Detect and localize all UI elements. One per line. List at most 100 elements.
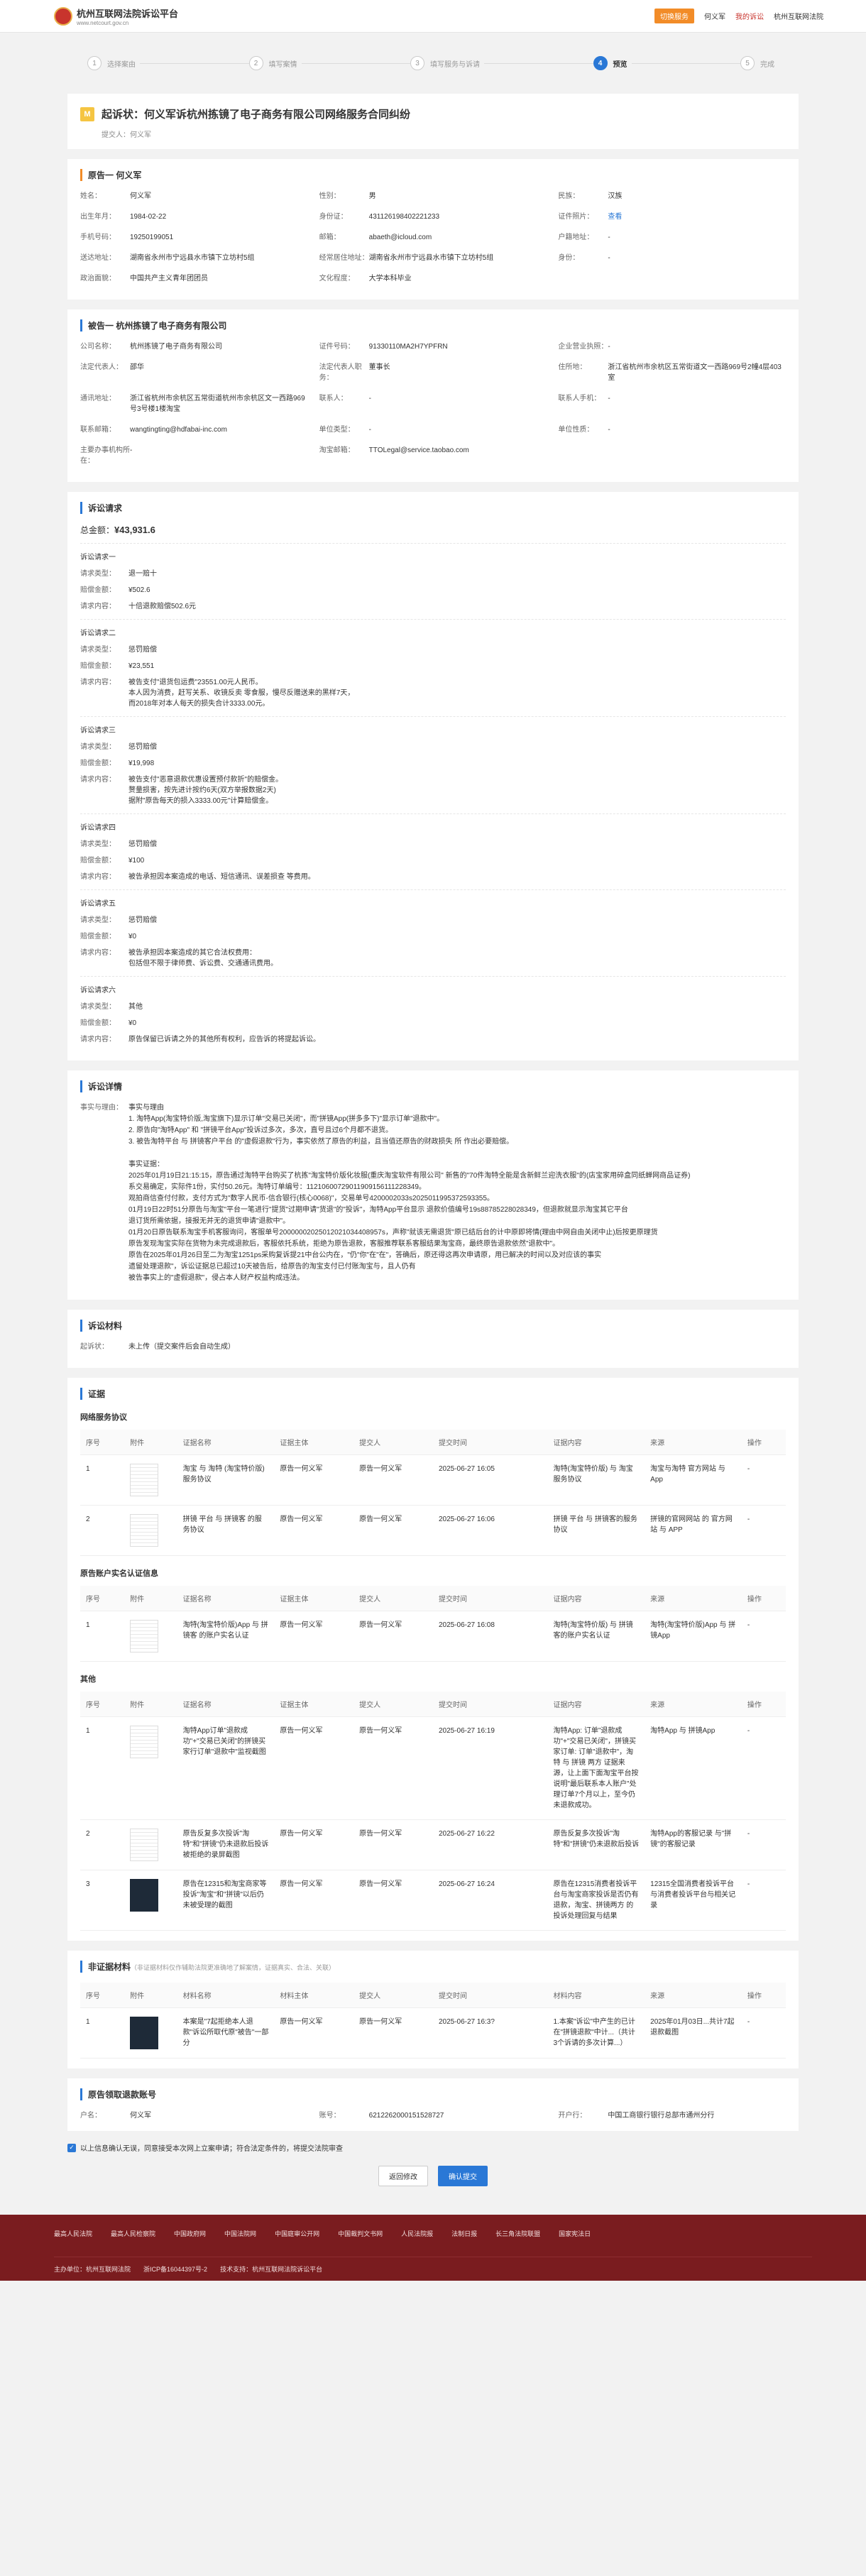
footer-link[interactable]: 人民法院报 xyxy=(401,2229,433,2238)
column-header: 提交人 xyxy=(353,1586,433,1611)
my-case-link[interactable]: 我的诉讼 xyxy=(735,11,764,21)
evidence-group-title: 网络服务协议 xyxy=(80,1413,127,1422)
field-label: 企业营业执照： xyxy=(558,343,608,351)
info-field: 手机号码： 19250199051 xyxy=(80,232,308,243)
column-header: 证据主体 xyxy=(274,1430,354,1455)
claim-field: 请求类型： 惩罚赔偿 xyxy=(80,915,786,926)
switch-service-button[interactable]: 切换服务 xyxy=(654,9,694,23)
claim-field: 赔偿金额： ¥19,998 xyxy=(80,758,786,769)
attachment-thumbnail[interactable] xyxy=(130,1620,159,1653)
facts-text: 事实与理由 1. 淘特App(淘宝特价版,淘宝旗下)显示订单"交易已关闭"，而"… xyxy=(128,1104,691,1282)
claim-group: 诉讼请求六 请求类型： 其他 赔偿金额： ¥0 请求内容： 原告保留已诉请之外的其他所有权利… xyxy=(80,976,786,1045)
claim-field-label: 请求内容： xyxy=(80,1036,116,1043)
cell-subject: 原告一何义军 xyxy=(280,2018,323,2026)
claim-field-value: 原告保留已诉请之外的其他所有权利，应告诉的将提起诉讼。 xyxy=(128,1036,320,1043)
court-link[interactable]: 杭州互联网法院 xyxy=(774,11,823,21)
cell-content: 原告反复多次投诉"淘特"和"拼镜"仍未退款后投诉 xyxy=(553,1830,640,1848)
footer-link[interactable]: 中国庭审公开网 xyxy=(275,2229,319,2238)
column-header: 证据内容 xyxy=(547,1430,645,1455)
attachment-thumbnail[interactable] xyxy=(130,2017,159,2049)
step-2[interactable]: 2 填写案情 xyxy=(248,56,302,70)
cell-content: 拼镜 平台 与 拼镜客的服务协议 xyxy=(553,1516,637,1534)
field-label: 邮箱： xyxy=(319,234,341,241)
claim-field-value: 十倍退款赔偿502.6元 xyxy=(128,603,197,610)
claim-title: 诉讼请求六 xyxy=(80,987,116,994)
claim-field: 请求内容： 原告保留已诉请之外的其他所有权利，应告诉的将提起诉讼。 xyxy=(80,1034,786,1045)
column-header: 序号 xyxy=(80,1692,125,1717)
column-header: 附件 xyxy=(124,1430,177,1455)
claims-list: 诉讼请求一 请求类型： 退一赔十 赔偿金额： ¥502.6 请求内容： 十倍退款赔偿502.… xyxy=(80,543,786,1045)
claim-field-value: 退一赔十 xyxy=(128,570,157,578)
step-3[interactable]: 3 填写服务与诉请 xyxy=(410,56,484,70)
agree-checkbox[interactable]: ✓ xyxy=(67,2143,76,2152)
attachment-thumbnail[interactable] xyxy=(130,1726,159,1758)
step-1[interactable]: 1 选择案由 xyxy=(87,56,140,70)
footer-link[interactable]: 法制日报 xyxy=(451,2229,477,2238)
facts-row: 事实与理由： 事实与理由 1. 淘特App(淘宝特价版,淘宝旗下)显示订单"交易… xyxy=(80,1102,786,1284)
cell-source: 拼镜的官网网站 的 官方网站 与 APP xyxy=(650,1516,733,1534)
agree-row[interactable]: ✓ 以上信息确认无误，同意接受本次网上立案申请；符合法定条件的，将提交法院审查 xyxy=(67,2142,799,2153)
field-label: 户籍地址： xyxy=(558,234,594,241)
cell-subject: 原告一何义军 xyxy=(280,1516,323,1523)
site-url: www.netcourt.gov.cn xyxy=(77,19,129,26)
field-label: 单位性质： xyxy=(558,426,594,434)
back-edit-button[interactable]: 返回修改 xyxy=(378,2166,428,2186)
cell-submitter: 原告一何义军 xyxy=(359,1465,402,1473)
step-5[interactable]: 5 完成 xyxy=(740,56,779,70)
cell-subject: 原告一何义军 xyxy=(280,1727,323,1735)
footer-link[interactable]: 最高人民法院 xyxy=(54,2229,92,2238)
cell-no: 1 xyxy=(86,1727,90,1735)
claim-field-label: 请求内容： xyxy=(80,776,116,784)
cell-no: 3 xyxy=(86,1880,90,1888)
field-label: 姓名： xyxy=(80,192,102,200)
field-value: 董事长 xyxy=(368,363,390,371)
attachment-thumbnail[interactable] xyxy=(130,1879,159,1912)
account-bank: 开户行： 中国工商银行银行总部市通州分行 xyxy=(558,2112,715,2120)
complaint-material-row: 起诉状： 未上传（提交案件后会自动生成） xyxy=(80,1343,235,1351)
attachment-thumbnail[interactable] xyxy=(130,1829,159,1861)
footer-link[interactable]: 长三角法院联盟 xyxy=(495,2229,540,2238)
table-row: 3 原告在12315和淘宝商家等 投诉"淘宝"和"拼镜"以后仍未被受理的截图 原告一… xyxy=(80,1870,786,1931)
cell-no: 1 xyxy=(86,2018,90,2026)
cell-time: 2025-06-27 16:06 xyxy=(438,1516,495,1523)
field-label: 送达地址： xyxy=(80,254,116,262)
cell-content: 淘特(淘宝特价版) 与 淘宝 服务协议 xyxy=(553,1465,633,1484)
claim-title: 诉讼请求三 xyxy=(80,727,116,735)
claim-field-label: 请求类型： xyxy=(80,570,116,578)
column-header: 来源 xyxy=(645,1983,742,2008)
cell-time: 2025-06-27 16:08 xyxy=(438,1621,495,1629)
column-header: 证据内容 xyxy=(547,1692,645,1717)
claim-field: 赔偿金额： ¥23,551 xyxy=(80,661,786,672)
cell-op: - xyxy=(747,1880,750,1888)
footer-link[interactable]: 国家宪法日 xyxy=(559,2229,591,2238)
footer-link[interactable]: 中国裁判文书网 xyxy=(338,2229,383,2238)
claim-field-value: 惩罚赔偿 xyxy=(128,743,157,751)
column-header: 提交时间 xyxy=(432,1586,548,1611)
claim-field: 请求类型： 惩罚赔偿 xyxy=(80,645,786,655)
attachment-thumbnail[interactable] xyxy=(130,1464,159,1496)
brand[interactable]: 杭州互联网法院诉讼平台 www.netcourt.gov.cn xyxy=(54,6,178,26)
plaintiff-card: 原告一 何义军 姓名： 何义军 性别： 男 民族： 汉族 出生年月： 1984-02-22 身份… xyxy=(67,159,799,300)
claim-field-value: 其他 xyxy=(128,1003,143,1011)
attachment-thumbnail[interactable] xyxy=(130,1514,159,1547)
view-id-photo-link[interactable]: 查看 xyxy=(608,212,622,222)
footer-link[interactable]: 中国政府网 xyxy=(174,2229,206,2238)
cell-op: - xyxy=(747,2018,750,2026)
claim-group: 诉讼请求五 请求类型： 惩罚赔偿 赔偿金额： ¥0 请求内容： 被告承担因本案造成的其它合法… xyxy=(80,889,786,969)
field-value: - xyxy=(368,426,371,434)
field-label: 联系人： xyxy=(319,395,348,402)
case-title: 起诉状：何义军诉杭州拣镜了电子商务有限公司网络服务合同纠纷 xyxy=(102,109,411,121)
user-name[interactable]: 何义军 xyxy=(704,11,725,21)
step-4-current[interactable]: 4 预览 xyxy=(593,56,632,70)
field-label: 单位类型： xyxy=(319,426,355,434)
info-field: 民族： 汉族 xyxy=(558,191,786,202)
field-value: - xyxy=(368,395,371,402)
cell-content: 原告在12315消费者投诉平台与淘宝商家投诉是否仍有退款，淘宝、拼镜两方 的投诉… xyxy=(553,1880,639,1920)
footer-link[interactable]: 最高人民检察院 xyxy=(111,2229,155,2238)
submit-button[interactable]: 确认提交 xyxy=(438,2166,488,2186)
field-value: 19250199051 xyxy=(130,234,174,241)
footer-icp[interactable]: 浙ICP备16044397号-2 xyxy=(143,2264,207,2274)
claim-field-value: ¥100 xyxy=(128,857,145,865)
claim-field: 请求类型： 惩罚赔偿 xyxy=(80,839,786,850)
footer-link[interactable]: 中国法院网 xyxy=(224,2229,256,2238)
